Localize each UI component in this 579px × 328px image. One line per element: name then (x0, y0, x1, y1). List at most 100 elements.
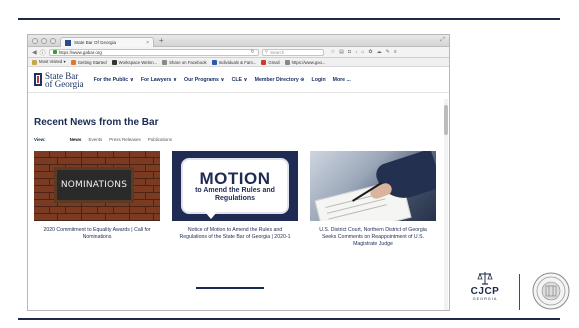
back-icon[interactable]: ◀ (32, 49, 37, 56)
cjcp-subtext: GEORGIA (472, 297, 498, 301)
search-input[interactable]: ⚲ Search (261, 48, 324, 56)
news-card-caption[interactable]: U.S. District Court, Northern District o… (310, 227, 436, 248)
reload-icon[interactable]: ↻ (250, 49, 254, 55)
news-card-caption[interactable]: Notice of Motion to Amend the Rules and … (172, 227, 298, 241)
nominations-image[interactable]: NOMINATIONS (34, 151, 160, 221)
brick-row (34, 158, 160, 165)
bookmark-label: https://www.goo... (291, 59, 326, 65)
scales-of-justice-icon (477, 272, 493, 285)
info-icon[interactable]: ⓘ (40, 48, 46, 57)
bookmark-icon (70, 59, 76, 65)
filter-tab-events[interactable]: Events (88, 137, 102, 142)
bookmark-icon (211, 59, 217, 65)
nav-item[interactable]: Our Programs ∨ (184, 77, 225, 83)
address-bar[interactable]: https://www.gabar.org ↻ (48, 48, 259, 56)
scrollbar-thumb[interactable] (444, 105, 448, 135)
filter-tab-press-releases[interactable]: Press Releases (109, 137, 141, 142)
toolbar-icons: ☆ ▤ ◘ ↓ ⌂ ✿ ☁ ✎ ≡ (331, 49, 397, 55)
news-cards: NOMINATIONS 2020 Commitment to Equality … (34, 151, 443, 248)
cjcp-logo: CJCP GEORGIA (468, 270, 502, 312)
news-card-nominations[interactable]: NOMINATIONS 2020 Commitment to Equality … (34, 151, 160, 248)
georgia-seal-icon (532, 272, 570, 310)
news-card-caption[interactable]: 2020 Commitment to Equality Awards | Cal… (34, 227, 160, 241)
lock-icon (52, 50, 57, 54)
new-tab-button[interactable]: + (159, 36, 164, 45)
bookmark-icon (32, 59, 37, 65)
browser-tab[interactable]: State Bar Of Georgia × (60, 37, 154, 47)
writing-photo-image[interactable] (310, 151, 436, 221)
edit-icon[interactable]: ✎ (386, 49, 390, 55)
bookmark-label: Getting Started (77, 59, 107, 65)
logo-divider (519, 274, 520, 310)
library-icon[interactable]: ▤ (339, 49, 344, 55)
nav-item[interactable]: For Lawyers ∨ (141, 77, 177, 83)
nav-item[interactable]: Login (312, 77, 326, 83)
main-content: Recent News from the Bar View: News Event… (28, 117, 449, 248)
window-controls (32, 38, 56, 44)
section-title: Recent News from the Bar (34, 117, 159, 128)
bookmark-item[interactable]: Most Visited ▾ (32, 59, 66, 65)
close-window-button[interactable] (32, 38, 38, 44)
motion-image-heading: MOTION (199, 168, 271, 188)
slide-top-rule (18, 18, 560, 20)
bookmark-item[interactable]: Gmail (261, 59, 280, 65)
section-underline (196, 287, 264, 289)
filter-tab-news[interactable]: News (70, 137, 82, 142)
sync-icon[interactable]: ☁ (377, 49, 382, 55)
cjcp-text: CJCP (470, 286, 500, 297)
browser-titlebar: State Bar Of Georgia × + ⤢ (28, 35, 449, 47)
nav-item[interactable]: More ... (333, 77, 351, 83)
filter-tabs: News Events Press Releases Publications (70, 137, 172, 142)
site-header: State Bar of Georgia For the Public ∨ For… (28, 67, 449, 93)
extension-icon[interactable]: ✿ (368, 49, 372, 55)
brick-row (34, 207, 160, 214)
nav-item[interactable]: Member Directory ⊕ (255, 77, 305, 83)
paper-line (328, 204, 387, 220)
browser-window: State Bar Of Georgia × + ⤢ ◀ ⓘ https://w… (27, 34, 450, 311)
news-card-district-court[interactable]: U.S. District Court, Northern District o… (310, 151, 436, 248)
chalkboard: NOMINATIONS (54, 167, 134, 203)
tab-title: State Bar Of Georgia (74, 40, 117, 45)
motion-image[interactable]: MOTION to Amend the Rules and Regulation… (172, 151, 298, 221)
nominations-image-text: NOMINATIONS (60, 180, 128, 190)
bookmarks-bar: Most Visited ▾ Getting Started Workspace W… (28, 58, 449, 67)
bookmark-icon (162, 59, 168, 65)
brick-row (34, 151, 160, 158)
vertical-scrollbar[interactable] (444, 99, 448, 310)
bookmark-item[interactable]: https://www.goo... (284, 59, 326, 65)
filter-label: View: (34, 137, 46, 142)
download-icon[interactable]: ↓ (355, 49, 358, 55)
browser-toolbar: ◀ ⓘ https://www.gabar.org ↻ ⚲ Search ☆ ▤… (28, 47, 449, 58)
bookmark-label: Most Visited ▾ (39, 59, 66, 64)
minimize-window-button[interactable] (41, 38, 47, 44)
bookmark-icon (284, 59, 290, 65)
bookmark-item[interactable]: Share on Facebook (162, 59, 207, 65)
home-icon[interactable]: ⌂ (361, 49, 364, 55)
bookmark-item[interactable]: Workspace Webm... (111, 59, 157, 65)
bookmark-item[interactable]: Getting Started (70, 59, 107, 65)
speech-bubble-tail (205, 212, 217, 219)
news-card-motion[interactable]: MOTION to Amend the Rules and Regulation… (172, 151, 298, 248)
filter-tab-publications[interactable]: Publications (148, 137, 172, 142)
bookmark-label: Share on Facebook (169, 59, 207, 65)
pocket-icon[interactable]: ◘ (348, 49, 351, 55)
state-bar-logo[interactable]: State Bar of Georgia (34, 71, 84, 88)
tab-close-icon[interactable]: × (146, 40, 149, 46)
menu-icon[interactable]: ≡ (394, 49, 397, 55)
nav-item[interactable]: For the Public ∨ (94, 77, 134, 83)
speech-bubble: MOTION to Amend the Rules and Regulation… (181, 158, 289, 219)
nav-item[interactable]: CLE ∨ (232, 77, 248, 83)
slide-bottom-rule (18, 318, 560, 320)
bookmark-label: Individuals & Fam... (218, 59, 257, 65)
bookmark-star-icon[interactable]: ☆ (331, 49, 335, 55)
motion-image-subheading: to Amend the Rules and Regulations (195, 186, 275, 202)
search-placeholder: Search (269, 49, 285, 55)
logo-text: State Bar of Georgia (45, 71, 84, 88)
maximize-window-button[interactable] (50, 38, 56, 44)
url-text: https://www.gabar.org (58, 49, 102, 55)
brick-row (34, 214, 160, 221)
state-bar-emblem-icon (34, 73, 42, 86)
bookmark-label: Gmail (268, 59, 280, 65)
bookmark-item[interactable]: Individuals & Fam... (211, 59, 257, 65)
fullscreen-icon[interactable]: ⤢ (440, 37, 445, 44)
